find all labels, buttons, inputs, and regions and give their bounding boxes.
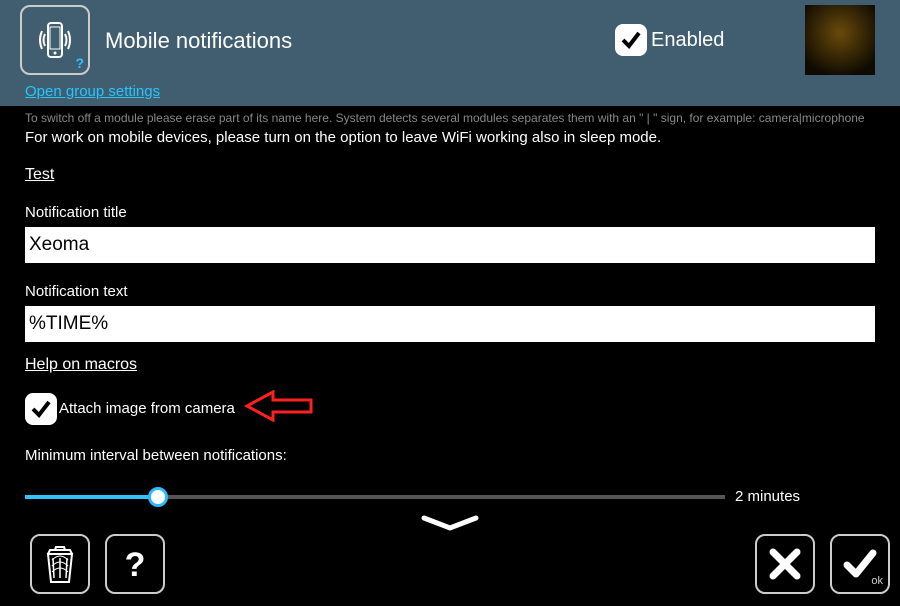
ok-sublabel: ok <box>871 575 883 587</box>
camera-preview <box>805 5 875 75</box>
attention-arrow-icon <box>243 390 313 427</box>
notification-title-label: Notification title <box>0 184 900 227</box>
cancel-button[interactable] <box>755 534 815 594</box>
mobile-notifications-icon: ? <box>20 5 90 75</box>
interval-label: Minimum interval between notifications: <box>0 427 900 464</box>
delete-button[interactable] <box>30 534 90 594</box>
interval-slider[interactable] <box>25 495 725 499</box>
test-link[interactable]: Test <box>25 166 54 184</box>
svg-text:?: ? <box>125 546 146 584</box>
notification-text-label: Notification text <box>0 263 900 306</box>
notification-text-input[interactable] <box>25 306 875 342</box>
help-badge-icon[interactable]: ? <box>75 55 84 71</box>
interval-value: 2 minutes <box>735 488 800 505</box>
help-on-macros-link[interactable]: Help on macros <box>25 356 137 374</box>
attach-image-label: Attach image from camera <box>59 400 235 417</box>
wifi-hint: For work on mobile devices, please turn … <box>0 125 900 146</box>
ok-button[interactable]: ok <box>830 534 890 594</box>
open-group-settings-link[interactable]: Open group settings <box>25 83 160 100</box>
enabled-label: Enabled <box>651 29 724 52</box>
expand-down-icon[interactable] <box>420 514 480 539</box>
enabled-checkbox[interactable] <box>615 24 647 56</box>
settings-title: Mobile notifications <box>105 28 292 54</box>
help-button[interactable]: ? <box>105 534 165 594</box>
notification-title-input[interactable] <box>25 227 875 263</box>
module-description: To switch off a module please erase part… <box>0 106 900 125</box>
attach-image-checkbox[interactable] <box>25 393 57 425</box>
